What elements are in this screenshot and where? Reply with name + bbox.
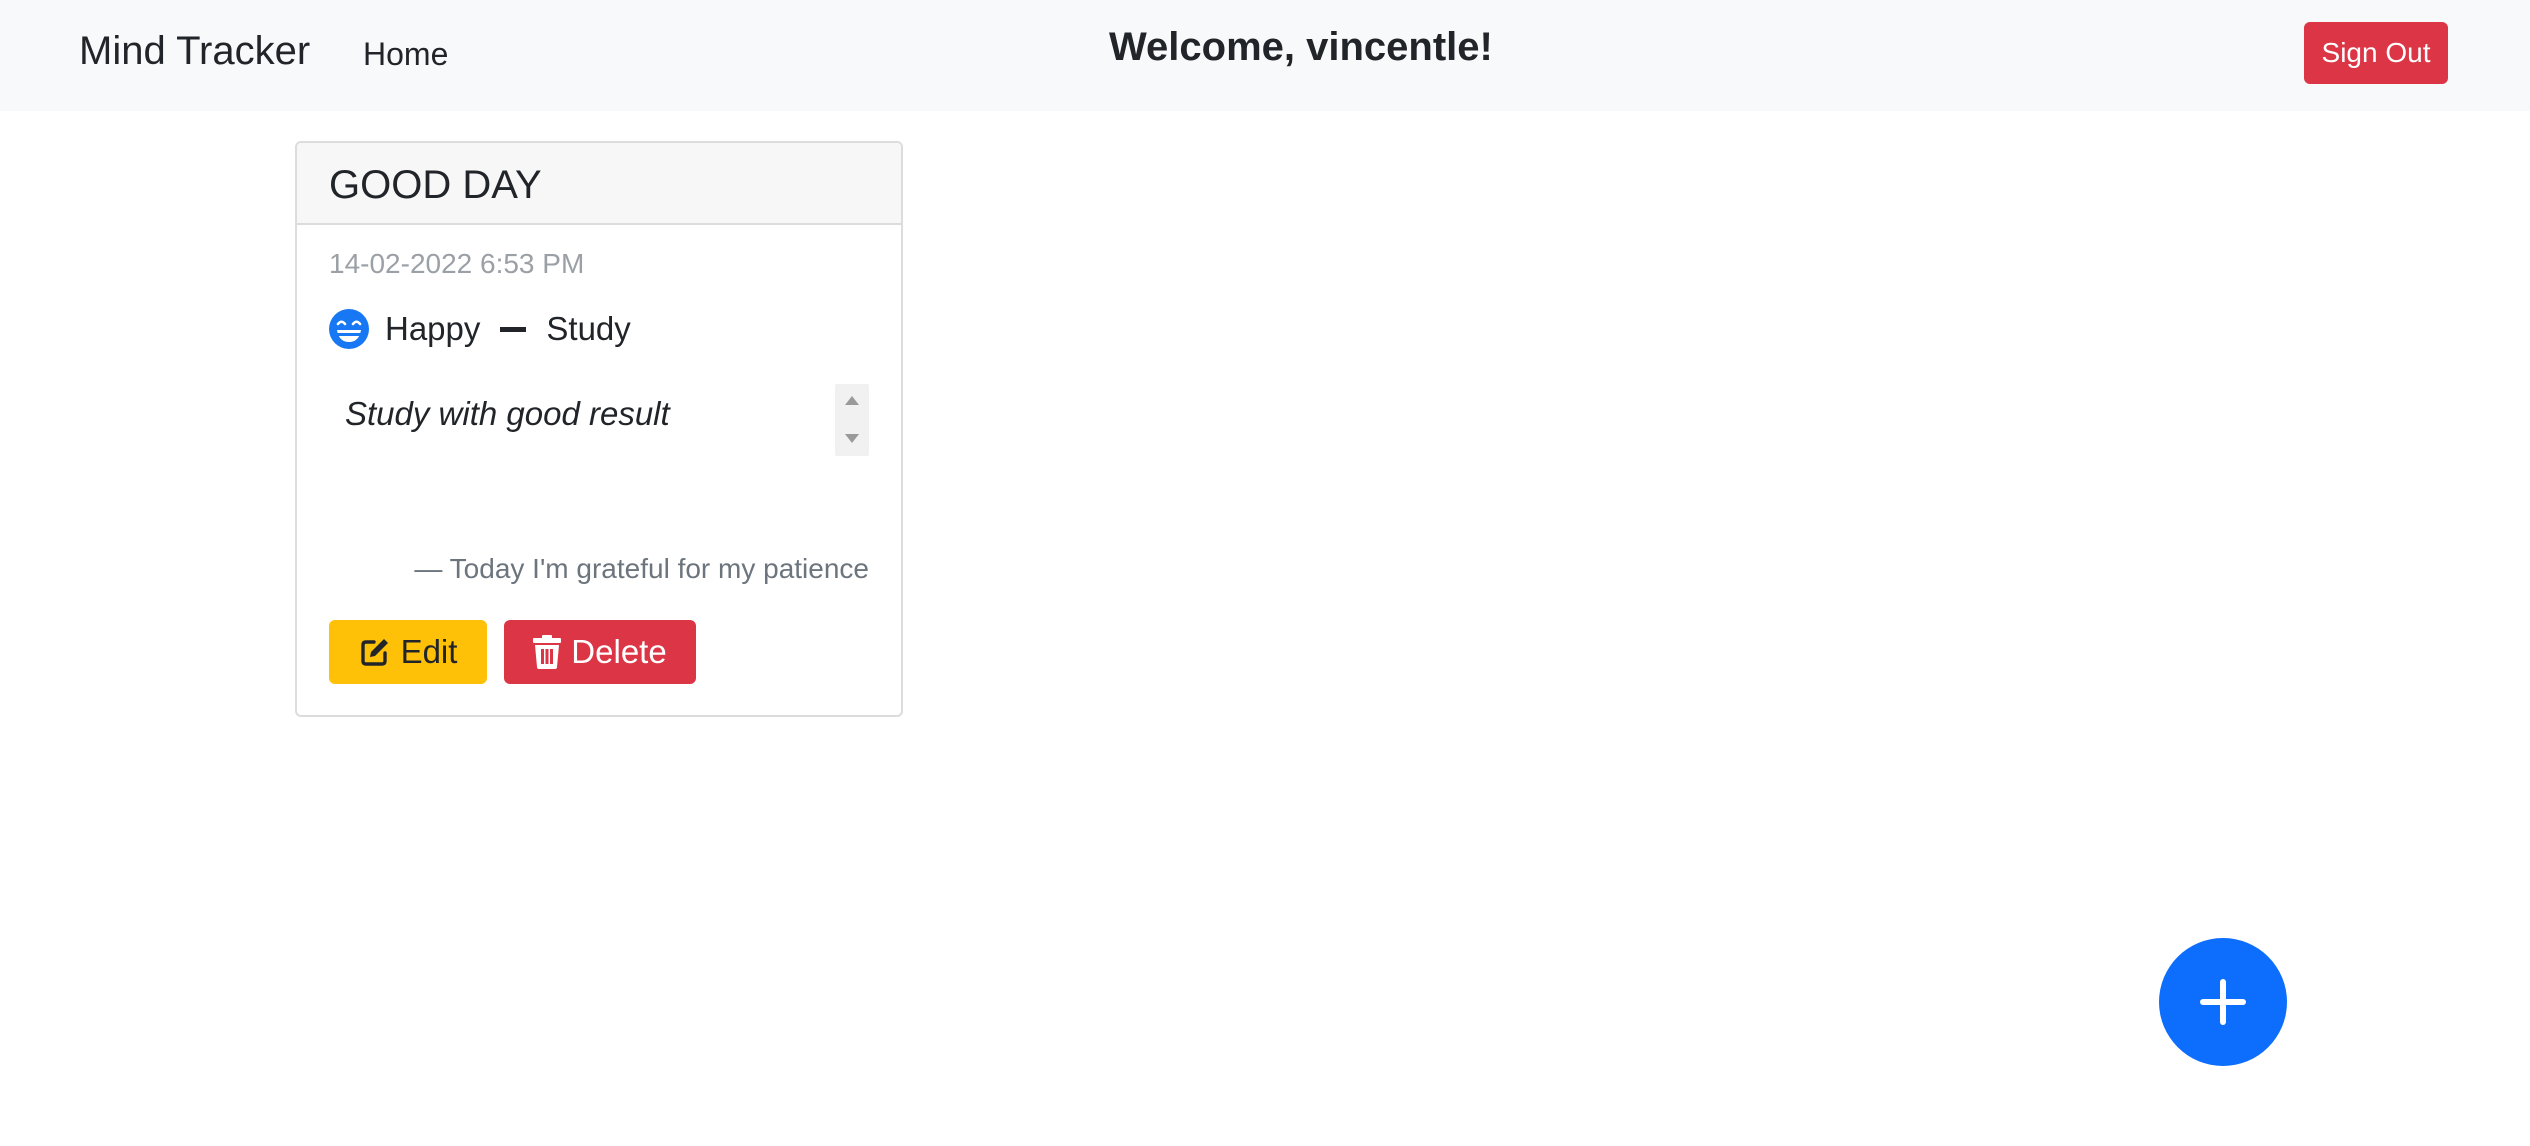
navbar: Mind Tracker Home Welcome, vincentle! Si… bbox=[0, 0, 2530, 111]
card-header: GOOD DAY bbox=[297, 143, 901, 225]
trash-icon bbox=[533, 635, 562, 669]
dash-separator-icon bbox=[500, 326, 527, 332]
mood-label: Happy bbox=[385, 310, 481, 347]
sign-out-button[interactable]: Sign Out bbox=[2304, 22, 2448, 84]
mood-activity-row: Happy Study bbox=[329, 307, 631, 351]
entry-note: Study with good result bbox=[345, 395, 670, 432]
nav-home-link[interactable]: Home bbox=[363, 30, 448, 78]
plus-icon bbox=[2200, 979, 2246, 1025]
scroll-up-arrow-icon[interactable] bbox=[845, 396, 859, 405]
delete-button[interactable]: Delete bbox=[504, 620, 696, 684]
grateful-text: — Today I'm grateful for my patience bbox=[414, 553, 869, 584]
entry-title: GOOD DAY bbox=[329, 163, 542, 207]
journal-entry-card: GOOD DAY 14-02-2022 6:53 PM Happy Study … bbox=[295, 141, 903, 717]
activity-label: Study bbox=[546, 310, 631, 347]
entry-datetime: 14-02-2022 6:53 PM bbox=[329, 248, 585, 279]
brand-link[interactable]: Mind Tracker bbox=[79, 25, 310, 77]
welcome-message: Welcome, vincentle! bbox=[1109, 25, 1493, 69]
edit-icon bbox=[359, 636, 391, 668]
delete-label: Delete bbox=[571, 633, 667, 670]
edit-label: Edit bbox=[400, 633, 458, 670]
scroll-down-arrow-icon[interactable] bbox=[845, 434, 859, 443]
entry-note-box[interactable]: Study with good result bbox=[329, 384, 869, 544]
note-scrollbar[interactable] bbox=[835, 384, 869, 456]
edit-button[interactable]: Edit bbox=[329, 620, 487, 684]
grinning-face-icon bbox=[329, 309, 369, 349]
add-entry-button[interactable] bbox=[2159, 938, 2287, 1066]
